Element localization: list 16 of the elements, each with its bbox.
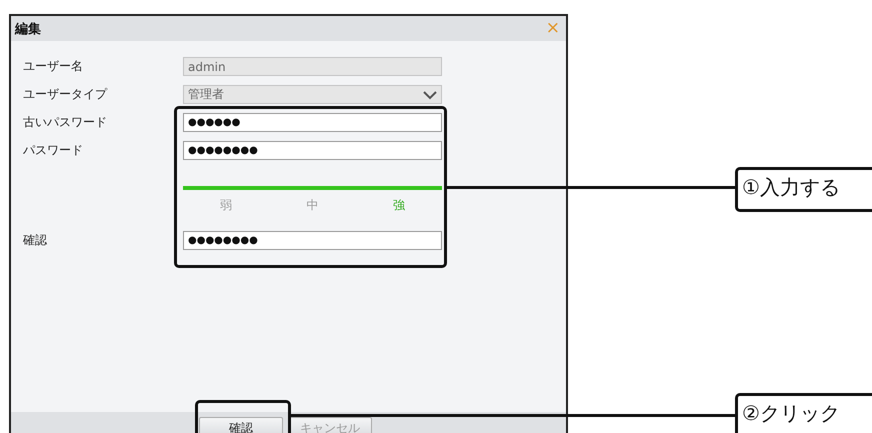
field-label: ユーザータイプ	[23, 86, 108, 103]
caret-icon	[423, 90, 437, 100]
callout-label: ①入力する	[735, 167, 872, 212]
field-label: 古いパスワード	[23, 114, 108, 131]
field-label: 確認	[23, 232, 48, 249]
dialog-title: 編集	[15, 20, 41, 38]
callout-label: ②クリック	[735, 393, 872, 433]
password-field[interactable]: ●●●●●●	[183, 113, 442, 132]
strength-label: 中	[305, 197, 320, 214]
field-label: パスワード	[23, 142, 84, 159]
field-label: ユーザー名	[23, 58, 84, 75]
strength-label: 弱	[219, 197, 234, 214]
password-field[interactable]: ●●●●●●●●	[183, 231, 442, 250]
password-field[interactable]: ●●●●●●●●	[183, 141, 442, 160]
strength-label: 強	[392, 197, 406, 214]
confirm-button[interactable]: 確認	[199, 417, 283, 433]
